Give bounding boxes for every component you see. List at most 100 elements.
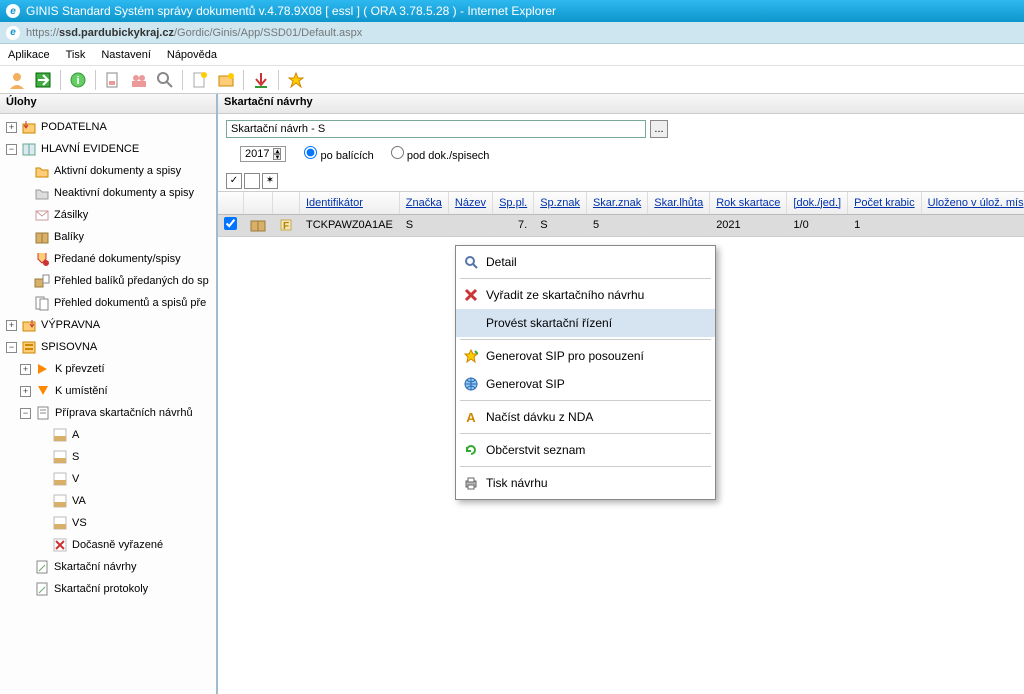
tree-item[interactable]: Zásilky	[0, 204, 216, 226]
menu-icon	[460, 472, 482, 494]
tree-item[interactable]: Přehled balíků předaných do sp	[0, 270, 216, 292]
exit-icon[interactable]	[32, 69, 54, 91]
column-header[interactable]: Skar.znak	[586, 192, 647, 214]
column-header[interactable]: Značka	[399, 192, 448, 214]
column-header[interactable]: Sp.pl.	[493, 192, 534, 214]
tree-icon	[52, 449, 68, 465]
column-header[interactable]: [dok./jed.]	[787, 192, 848, 214]
sidebar: Úlohy +PODATELNA−HLAVNÍ EVIDENCEAktivní …	[0, 94, 218, 694]
tree-item[interactable]: +VÝPRAVNA	[0, 314, 216, 336]
cell-nazev	[448, 214, 492, 236]
people-icon[interactable]	[128, 69, 150, 91]
select-all-button[interactable]: ✓	[226, 173, 242, 189]
tree-item[interactable]: −HLAVNÍ EVIDENCE	[0, 138, 216, 160]
context-menu-item[interactable]: Vyřadit ze skartačního návrhu	[456, 281, 715, 309]
tree-item[interactable]: Aktivní dokumenty a spisy	[0, 160, 216, 182]
tree-expander[interactable]: +	[20, 386, 31, 397]
menu-tisk[interactable]: Tisk	[66, 49, 86, 61]
column-header[interactable]: Skar.lhůta	[648, 192, 710, 214]
tree-label: Balíky	[54, 231, 84, 243]
row-checkbox[interactable]	[224, 217, 237, 230]
tree-item[interactable]: −SPISOVNA	[0, 336, 216, 358]
tree-item[interactable]: Skartační návrhy	[0, 556, 216, 578]
context-menu-item[interactable]: Generovat SIP	[456, 370, 715, 398]
doc-icon[interactable]	[102, 69, 124, 91]
filter-input[interactable]	[226, 120, 646, 138]
down-arrow-icon[interactable]	[250, 69, 272, 91]
tree-item[interactable]: Předané dokumenty/spisy	[0, 248, 216, 270]
menu-icon	[460, 251, 482, 273]
menu-nastaveni[interactable]: Nastavení	[101, 49, 151, 61]
tree-item[interactable]: A	[0, 424, 216, 446]
context-menu[interactable]: Detail Vyřadit ze skartačního návrhuPrové…	[455, 245, 716, 500]
star-icon[interactable]	[285, 69, 307, 91]
new-doc-icon[interactable]	[189, 69, 211, 91]
radio-pod-dok[interactable]: pod dok./spisech	[391, 150, 490, 162]
tree-item[interactable]: Neaktivní dokumenty a spisy	[0, 182, 216, 204]
info-icon[interactable]: i	[67, 69, 89, 91]
radio-po-balicich[interactable]: po balících	[304, 150, 373, 162]
select-invert-button[interactable]: ✶	[262, 173, 278, 189]
tree-item[interactable]: VA	[0, 490, 216, 512]
menu-napoveda[interactable]: Nápověda	[167, 49, 217, 61]
column-header[interactable]: Sp.znak	[534, 192, 587, 214]
tree-item[interactable]: S	[0, 446, 216, 468]
tree-item[interactable]: Skartační protokoly	[0, 578, 216, 600]
title-bar: e GINIS Standard Systém správy dokumentů…	[0, 0, 1024, 22]
url-host: ssd.pardubickykraj.cz	[59, 27, 174, 39]
tree-expander[interactable]: −	[6, 342, 17, 353]
year-spinner[interactable]: 2017 ▲▼	[240, 146, 286, 162]
menu-label: Detail	[486, 255, 517, 269]
tree-label: Skartační návrhy	[54, 561, 137, 573]
search-icon[interactable]	[154, 69, 176, 91]
url-bar[interactable]: e https://ssd.pardubickykraj.cz/Gordic/G…	[0, 22, 1024, 44]
tree-item[interactable]: VS	[0, 512, 216, 534]
column-header[interactable]: Identifikátor	[300, 192, 400, 214]
tree-expander[interactable]: −	[20, 408, 31, 419]
tree-item[interactable]: Balíky	[0, 226, 216, 248]
tree-item[interactable]: Přehled dokumentů a spisů pře	[0, 292, 216, 314]
new-folder-icon[interactable]	[215, 69, 237, 91]
tree-icon	[52, 427, 68, 443]
tree-expander[interactable]: +	[20, 364, 31, 375]
column-header[interactable]: Rok skartace	[710, 192, 787, 214]
cell-rokskartace: 2021	[710, 214, 787, 236]
column-header[interactable]	[273, 192, 300, 214]
context-menu-item[interactable]: Provést skartační řízení	[456, 309, 715, 337]
column-header[interactable]: Počet krabic	[848, 192, 922, 214]
tree-item[interactable]: +K umístění	[0, 380, 216, 402]
tree-expander[interactable]: +	[6, 122, 17, 133]
select-none-button[interactable]	[244, 173, 260, 189]
tree-item[interactable]: Dočasně vyřazené	[0, 534, 216, 556]
column-header[interactable]: Název	[448, 192, 492, 214]
column-header[interactable]: Uloženo v úlož. mís	[921, 192, 1024, 214]
menu-icon	[460, 439, 482, 461]
menu-icon	[460, 284, 482, 306]
tree-expander[interactable]: −	[6, 144, 17, 155]
column-header[interactable]	[218, 192, 244, 214]
context-menu-item[interactable]: Občerstvit seznam	[456, 436, 715, 464]
context-menu-item[interactable]: Generovat SIP pro posouzení	[456, 342, 715, 370]
tree-icon	[34, 229, 50, 245]
tree-item[interactable]: +PODATELNA	[0, 116, 216, 138]
year-down[interactable]: ▼	[273, 154, 281, 160]
menu-aplikace[interactable]: Aplikace	[8, 49, 50, 61]
table-row[interactable]: F TCKPAWZ0A1AE S 7. S 5 2021 1/0 1	[218, 214, 1024, 236]
tree-label: K převzetí	[55, 363, 105, 375]
tree-item[interactable]: V	[0, 468, 216, 490]
tree-item[interactable]: + K převzetí	[0, 358, 216, 380]
tree-label: Dočasně vyřazené	[72, 539, 163, 551]
context-menu-item[interactable]: ANačíst dávku z NDA	[456, 403, 715, 431]
menu-label: Občerstvit seznam	[486, 443, 585, 457]
tree-item[interactable]: −Příprava skartačních návrhů	[0, 402, 216, 424]
toolbar: i	[0, 66, 1024, 94]
user-icon[interactable]	[6, 69, 28, 91]
context-menu-item[interactable]: Detail	[456, 248, 715, 276]
tree: +PODATELNA−HLAVNÍ EVIDENCEAktivní dokume…	[0, 114, 216, 602]
context-menu-item[interactable]: Tisk návrhu	[456, 469, 715, 497]
column-header[interactable]	[244, 192, 273, 214]
tree-expander[interactable]: +	[6, 320, 17, 331]
tree-label: V	[72, 473, 79, 485]
menu-bar: Aplikace Tisk Nastavení Nápověda	[0, 44, 1024, 66]
filter-browse-button[interactable]: ...	[650, 120, 668, 138]
